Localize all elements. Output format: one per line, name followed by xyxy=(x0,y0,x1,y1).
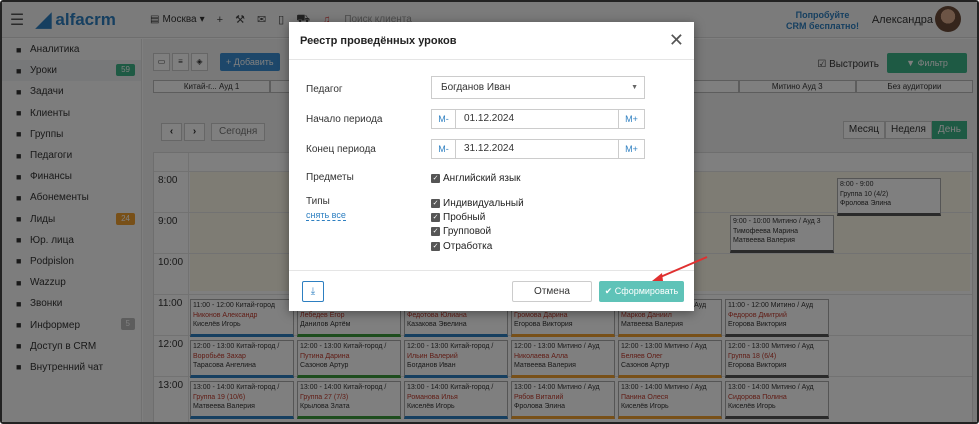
app-window: ☰ ◢ alfacrm ▤ Москва ▾ + ⚒ ✉ ▯ ⛟ ♫ Поиск… xyxy=(0,0,979,424)
annotation-arrow xyxy=(652,256,708,281)
